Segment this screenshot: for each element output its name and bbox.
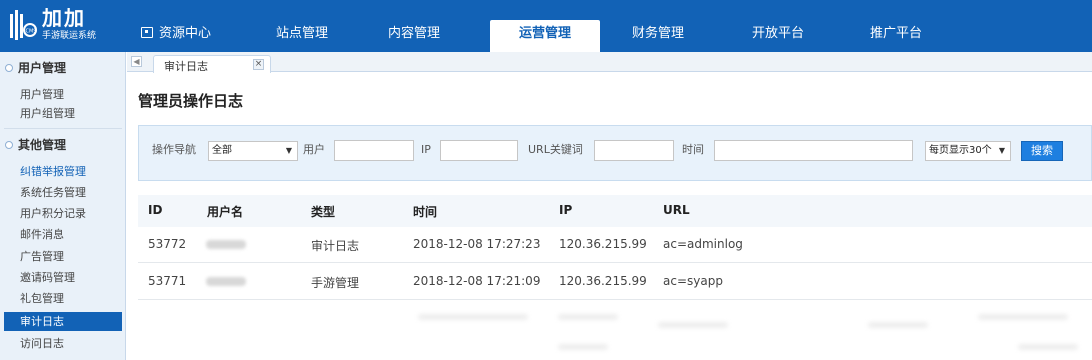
- cell-url: ac=syapp: [663, 274, 723, 288]
- nav-site-management[interactable]: 站点管理: [254, 20, 350, 52]
- collapse-icon: [5, 141, 13, 149]
- nav-content-management[interactable]: 内容管理: [366, 20, 462, 52]
- cell-id: 53771: [148, 274, 187, 288]
- sidebar-group-other-management[interactable]: 其他管理: [0, 134, 126, 156]
- table-header: ID 用户名 类型 时间 IP URL: [138, 195, 1092, 227]
- column-header-username[interactable]: 用户名: [207, 203, 243, 220]
- cell-id: 53772: [148, 237, 187, 251]
- ip-filter-label: IP: [421, 143, 431, 156]
- sidebar-item-error-report[interactable]: 纠错举报管理: [0, 162, 126, 181]
- sidebar-item-access-log[interactable]: 访问日志: [0, 334, 126, 353]
- cell-type: 审计日志: [311, 239, 360, 253]
- logo-icon: CMS: [10, 10, 37, 40]
- sidebar-group-user-management[interactable]: 用户管理: [0, 57, 126, 79]
- column-header-type[interactable]: 类型: [311, 203, 335, 220]
- sidebar-item-mail-messages[interactable]: 邮件消息: [0, 225, 126, 244]
- chevron-down-icon: ▼: [998, 146, 1005, 155]
- blurred-text: [978, 314, 1068, 320]
- table-row[interactable]: 53771 手游管理 2018-12-08 17:21:09 120.36.21…: [138, 264, 1092, 300]
- blurred-text: [558, 314, 618, 320]
- column-header-time[interactable]: 时间: [413, 203, 437, 220]
- brand-name: 加加: [42, 6, 86, 30]
- url-keyword-input[interactable]: [594, 140, 674, 161]
- sidebar-item-invite-codes[interactable]: 邀请码管理: [0, 268, 126, 287]
- blurred-text: [418, 314, 528, 320]
- cell-url: ac=adminlog: [663, 237, 743, 251]
- close-icon[interactable]: ×: [253, 59, 264, 70]
- chevron-down-icon: ▼: [285, 146, 292, 155]
- logo[interactable]: CMS 加加 手游联运系统: [8, 6, 126, 46]
- nav-open-platform[interactable]: 开放平台: [730, 20, 826, 52]
- blurred-text: [868, 322, 928, 328]
- cell-ip: 120.36.215.99: [559, 237, 647, 251]
- sidebar: 用户管理 用户管理 用户组管理 其他管理 纠错举报管理 系统任务管理 用户积分记…: [0, 52, 126, 360]
- sidebar-divider: [4, 128, 122, 129]
- page-size-select[interactable]: 每页显示30个 ▼: [925, 141, 1011, 161]
- blurred-rows: [138, 300, 1092, 360]
- cell-time: 2018-12-08 17:27:23: [413, 237, 541, 251]
- sidebar-item-user-management[interactable]: 用户管理: [0, 85, 126, 104]
- table-row[interactable]: 53772 审计日志 2018-12-08 17:27:23 120.36.21…: [138, 227, 1092, 263]
- sidebar-item-user-group-management[interactable]: 用户组管理: [0, 104, 126, 123]
- sidebar-item-ads[interactable]: 广告管理: [0, 247, 126, 266]
- ip-input[interactable]: [440, 140, 518, 161]
- time-filter-label: 时间: [682, 143, 704, 156]
- nav-filter-label: 操作导航: [152, 143, 196, 156]
- redacted-username: [206, 240, 246, 249]
- user-input[interactable]: [334, 140, 414, 161]
- tab-audit-log[interactable]: 审计日志 ×: [153, 55, 271, 73]
- home-icon: [140, 27, 153, 38]
- tab-strip: ◀ 审计日志 ×: [127, 52, 1092, 73]
- sidebar-item-audit-log[interactable]: 审计日志: [4, 312, 122, 331]
- filter-bar: 操作导航 全部 ▼ 用户 IP URL关键词 时间 每页显示30个 ▼ 搜索: [138, 125, 1092, 181]
- column-header-ip[interactable]: IP: [559, 203, 572, 217]
- sidebar-item-system-tasks[interactable]: 系统任务管理: [0, 183, 126, 202]
- cell-time: 2018-12-08 17:21:09: [413, 274, 541, 288]
- sidebar-item-user-points[interactable]: 用户积分记录: [0, 204, 126, 223]
- nav-promotion-platform[interactable]: 推广平台: [848, 20, 944, 52]
- nav-resource-center[interactable]: 资源中心: [136, 20, 216, 52]
- column-header-url[interactable]: URL: [663, 203, 690, 217]
- blurred-text: [658, 322, 728, 328]
- svg-text:CMS: CMS: [26, 29, 37, 35]
- nav-finance-management[interactable]: 财务管理: [610, 20, 706, 52]
- blurred-text: [558, 344, 608, 350]
- tab-scroll-left-icon[interactable]: ◀: [131, 56, 142, 67]
- url-keyword-label: URL关键词: [528, 143, 583, 156]
- user-filter-label: 用户: [303, 143, 325, 156]
- top-bar: CMS 加加 手游联运系统 资源中心 站点管理 内容管理 运营管理 财务管理 开…: [0, 0, 1092, 52]
- cell-ip: 120.36.215.99: [559, 274, 647, 288]
- search-button[interactable]: 搜索: [1021, 141, 1063, 161]
- tab-label: 审计日志: [164, 60, 208, 73]
- nav-operations-management[interactable]: 运营管理: [490, 20, 600, 52]
- brand-tagline: 手游联运系统: [42, 31, 97, 41]
- cell-type: 手游管理: [311, 276, 360, 290]
- nav-filter-select[interactable]: 全部 ▼: [208, 141, 298, 161]
- time-input[interactable]: [714, 140, 913, 161]
- sidebar-item-gift-packs[interactable]: 礼包管理: [0, 289, 126, 308]
- page-title: 管理员操作日志: [138, 92, 244, 110]
- redacted-username: [206, 277, 246, 286]
- blurred-text: [1018, 344, 1078, 350]
- collapse-icon: [5, 64, 13, 72]
- column-header-id[interactable]: ID: [148, 203, 162, 217]
